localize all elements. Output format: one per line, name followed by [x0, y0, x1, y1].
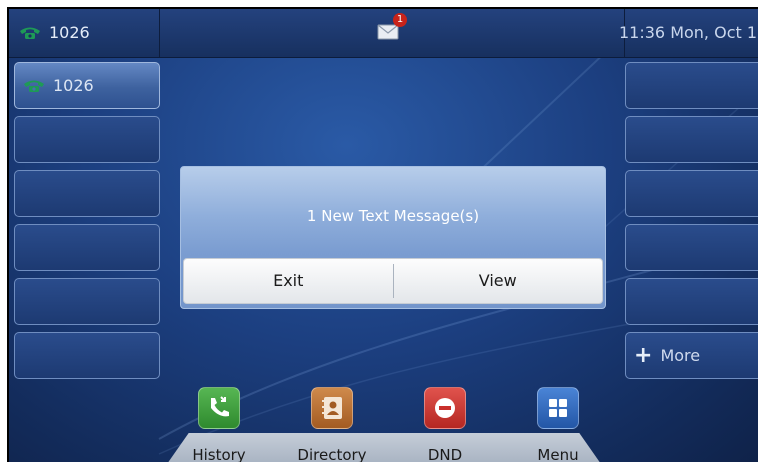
date-time: 11:36 Mon, Oct 10 [619, 23, 758, 42]
menu-softkey[interactable] [537, 387, 579, 429]
directory-label: Directory [297, 446, 367, 462]
status-divider [159, 9, 160, 57]
dnd-softkey[interactable] [424, 387, 466, 429]
line-key-3[interactable] [14, 170, 160, 217]
phone-screen: 1026 1 11:36 Mon, Oct 10 1026 + More 1 N… [7, 7, 758, 462]
phone-handset-icon [19, 26, 41, 40]
account-number: 1026 [49, 23, 90, 42]
plus-icon: + [634, 342, 653, 368]
phone-handset-icon [23, 79, 45, 93]
dnd-minus-icon [435, 398, 455, 418]
new-message-dialog: 1 New Text Message(s) Exit View [180, 166, 606, 309]
directory-contact-icon [322, 397, 342, 419]
line-key-7[interactable] [625, 62, 758, 109]
unread-badge: 1 [393, 13, 407, 27]
directory-softkey[interactable] [311, 387, 353, 429]
menu-label: Menu [537, 446, 579, 462]
line-key-2[interactable] [14, 116, 160, 163]
dialog-message: 1 New Text Message(s) [306, 207, 480, 225]
menu-grid-icon [549, 399, 567, 417]
line-key-6[interactable] [14, 332, 160, 379]
dnd-label: DND [427, 446, 463, 462]
history-label: History [192, 446, 246, 462]
more-key[interactable]: + More [625, 332, 758, 379]
more-key-text: More [660, 346, 701, 365]
line-key-11[interactable] [625, 278, 758, 325]
account-indicator: 1026 [19, 23, 90, 42]
line-key-10[interactable] [625, 224, 758, 271]
history-softkey[interactable] [198, 387, 240, 429]
dialog-button-bar: Exit View [183, 258, 603, 304]
line-key-9[interactable] [625, 170, 758, 217]
history-call-icon [211, 396, 229, 417]
status-bar: 1026 1 11:36 Mon, Oct 10 [9, 9, 758, 58]
view-button[interactable]: View [394, 259, 603, 303]
line-key-4[interactable] [14, 224, 160, 271]
line-key-label: 1026 [23, 76, 94, 95]
more-key-label: + More [634, 342, 701, 368]
line-key-5[interactable] [14, 278, 160, 325]
line-key-text: 1026 [53, 76, 94, 95]
line-key-1[interactable]: 1026 [14, 62, 160, 109]
exit-button[interactable]: Exit [184, 259, 393, 303]
line-key-8[interactable] [625, 116, 758, 163]
